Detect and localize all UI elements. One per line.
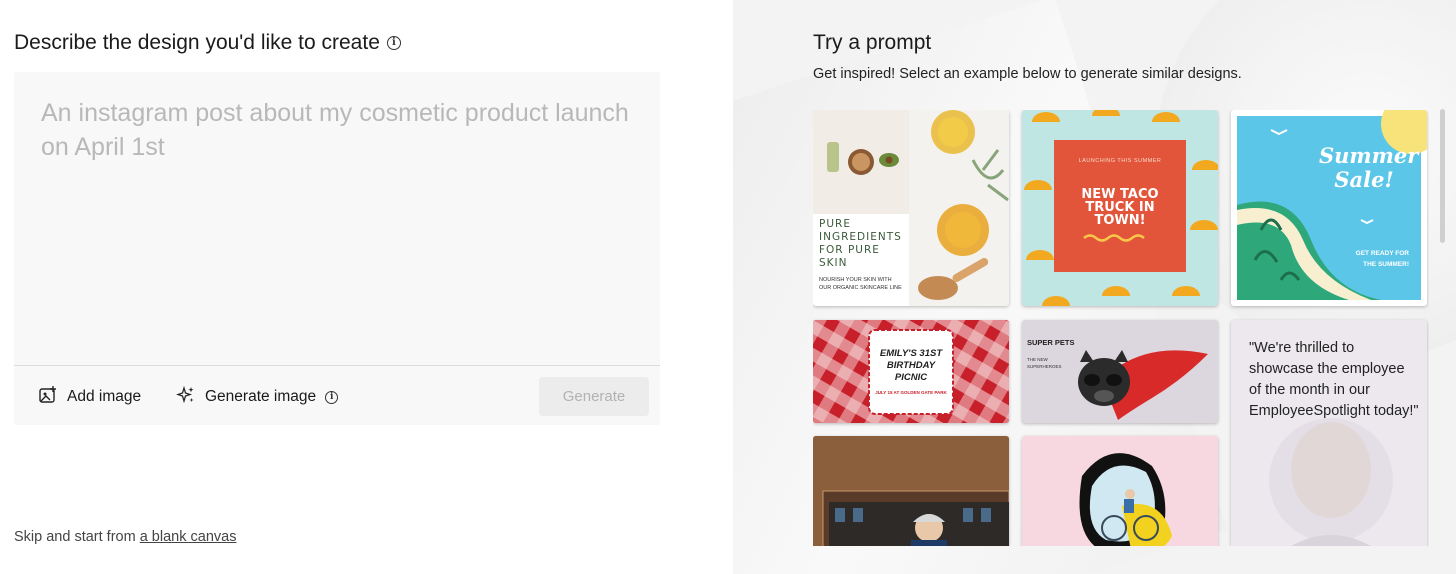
example-card-bike[interactable] xyxy=(1022,436,1218,546)
example-grid: PURE INGREDIENTS FOR PURE SKIN NOURISH Y… xyxy=(813,110,1429,546)
describe-panel: Describe the design you'd like to create… xyxy=(0,0,733,574)
summer-title: Summer Sale! xyxy=(1319,143,1419,192)
prompt-input[interactable] xyxy=(14,72,660,365)
birthday-title: EMILY'S 31ST BIRTHDAY PICNIC xyxy=(879,348,943,383)
summer-subtitle: GET READY FOR THE SUMMER! xyxy=(1355,250,1409,268)
add-image-label: Add image xyxy=(67,388,142,405)
taco-kicker: LAUNCHING THIS SUMMER xyxy=(1078,158,1162,164)
info-icon[interactable]: i xyxy=(325,390,339,404)
try-prompt-subtitle: Get inspired! Select an example below to… xyxy=(813,66,1242,82)
example-card-quote[interactable]: "We're thrilled to showcase the employee… xyxy=(1231,320,1427,546)
describe-heading: Describe the design you'd like to create… xyxy=(14,31,401,55)
example-card-shop[interactable] xyxy=(813,436,1009,546)
taco-title: NEW TACO TRUCK IN TOWN! xyxy=(1081,187,1159,228)
blank-canvas-link[interactable]: a blank canvas xyxy=(140,529,237,545)
generate-image-label: Generate image xyxy=(205,388,317,405)
prompt-examples-panel: Try a prompt Get inspired! Select an exa… xyxy=(733,0,1456,574)
skip-prefix: Skip and start from xyxy=(14,529,140,545)
try-prompt-title: Try a prompt xyxy=(813,31,932,54)
pets-subtitle: THE NEW SUPERHEROES xyxy=(1027,357,1062,369)
prompt-divider xyxy=(14,365,660,366)
skincare-title: PURE INGREDIENTS FOR PURE SKIN xyxy=(819,218,902,269)
bike-illustration xyxy=(1022,436,1218,546)
shop-photo xyxy=(813,436,1009,546)
app-root: Describe the design you'd like to create… xyxy=(0,0,1456,574)
examples-scrollbar[interactable] xyxy=(1440,109,1445,243)
describe-heading-text: Describe the design you'd like to create xyxy=(14,31,380,54)
super-dog-illustration xyxy=(1078,350,1208,420)
birthday-subtitle: JULY 15 AT GOLDEN GATE PARK xyxy=(875,390,947,395)
example-card-summer-sale[interactable]: Summer Sale! GET READY FOR THE SUMMER! xyxy=(1231,110,1427,306)
pets-title: SUPER PETS xyxy=(1027,338,1075,347)
summer-illustration xyxy=(1237,110,1427,300)
example-card-birthday[interactable]: EMILY'S 31ST BIRTHDAY PICNIC JULY 15 AT … xyxy=(813,320,1009,423)
skincare-subtitle: NOURISH YOUR SKIN WITH OUR ORGANIC SKINC… xyxy=(819,277,902,291)
example-card-super-pets[interactable]: SUPER PETS THE NEW SUPERHEROES xyxy=(1022,320,1218,423)
quote-text: "We're thrilled to showcase the employee… xyxy=(1249,340,1419,419)
add-image-icon xyxy=(38,385,58,410)
info-icon[interactable]: i xyxy=(386,36,401,50)
sparkle-icon xyxy=(175,385,196,410)
skip-line: Skip and start from a blank canvas xyxy=(14,529,236,545)
example-card-skincare[interactable]: PURE INGREDIENTS FOR PURE SKIN NOURISH Y… xyxy=(813,110,1009,306)
generate-button[interactable]: Generate xyxy=(539,377,649,416)
prompt-box: Add image Generate image i Generate xyxy=(14,72,660,425)
add-image-button[interactable]: Add image xyxy=(38,384,141,410)
generate-image-button[interactable]: Generate image i xyxy=(175,384,339,410)
example-card-taco[interactable]: LAUNCHING THIS SUMMER NEW TACO TRUCK IN … xyxy=(1022,110,1218,306)
